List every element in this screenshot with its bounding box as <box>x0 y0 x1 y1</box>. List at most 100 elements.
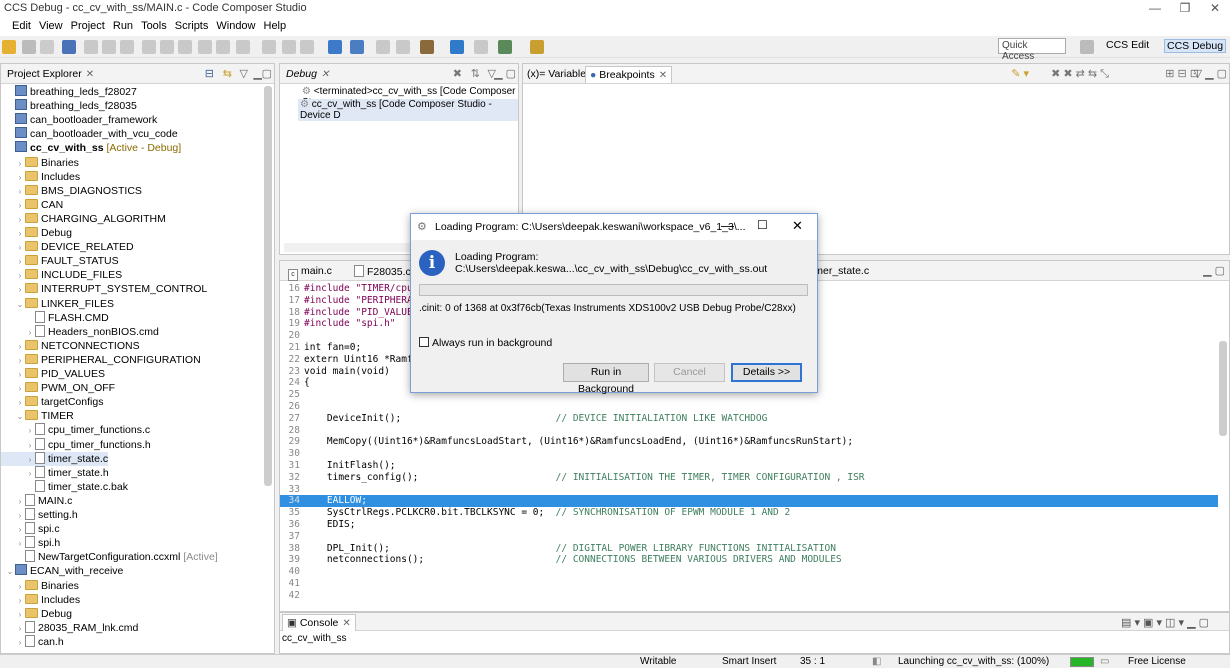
tree-item[interactable]: › NETCONNECTIONS <box>1 339 140 353</box>
tree-item[interactable]: › Debug <box>1 226 72 240</box>
run-in-background-button[interactable]: Run in Background <box>563 363 649 395</box>
checkbox-box[interactable] <box>419 337 429 347</box>
tree-item[interactable]: › Includes <box>1 593 80 607</box>
tree-item[interactable]: › Includes <box>1 170 80 184</box>
tree-item[interactable]: › Binaries <box>1 579 79 593</box>
tree-item[interactable]: NewTargetConfiguration.ccxml [Active] <box>1 550 218 564</box>
remove-terminated-icon[interactable]: ✖ <box>453 67 462 80</box>
code-line[interactable]: 26 <box>280 401 1218 413</box>
expand-arrow-icon[interactable]: › <box>15 255 25 269</box>
view-menu-icon[interactable]: ▽ <box>240 67 248 80</box>
close-button[interactable]: ✕ <box>1200 0 1230 18</box>
code-line[interactable]: 29 MemCopy((Uint16*)&RamfuncsLoadStart, … <box>280 436 1218 448</box>
tree-item[interactable]: breathing_leds_f28035 <box>1 99 137 113</box>
expand-arrow-icon[interactable]: › <box>15 495 25 509</box>
tree-item[interactable]: › timer_state.c <box>1 451 109 467</box>
tree-item[interactable]: › INTERRUPT_SYSTEM_CONTROL <box>1 282 207 296</box>
code-line[interactable]: 35 SysCtrlRegs.PCLKCR0.bit.TBCLKSYNC = 0… <box>280 507 1218 519</box>
breakpoint-toolbar-icons[interactable]: ✎ ▾ <box>1011 67 1029 80</box>
tree-item[interactable]: timer_state.c.bak <box>1 479 128 494</box>
menu-project[interactable]: Project <box>67 18 109 34</box>
tree-item[interactable]: › setting.h <box>1 508 78 522</box>
tree-item[interactable]: › MAIN.c <box>1 493 72 509</box>
menu-window[interactable]: Window <box>212 18 259 34</box>
expand-arrow-icon[interactable]: › <box>15 594 25 608</box>
expand-arrow-icon[interactable]: › <box>25 439 35 453</box>
expand-arrow-icon[interactable]: › <box>15 608 25 622</box>
tree-item[interactable]: › PID_VALUES <box>1 367 105 381</box>
tree-item[interactable]: › PWM_ON_OFF <box>1 381 115 395</box>
tree-item[interactable]: › PERIPHERAL_CONFIGURATION <box>1 353 201 367</box>
dialog-close-button[interactable]: ✕ <box>792 218 803 234</box>
tree-item[interactable]: › Headers_nonBIOS.cmd <box>1 324 159 339</box>
expand-arrow-icon[interactable]: › <box>15 354 25 368</box>
code-line[interactable]: 41 <box>280 578 1218 590</box>
tree-item[interactable]: › spi.c <box>1 522 60 536</box>
minimize-button[interactable]: — <box>1140 0 1170 18</box>
expand-arrow-icon[interactable]: › <box>15 340 25 354</box>
undo-icon[interactable] <box>376 40 390 54</box>
expand-arrow-icon[interactable]: › <box>15 185 25 199</box>
dialog-minimize-button[interactable]: — <box>721 218 734 233</box>
expand-arrow-icon[interactable]: › <box>15 509 25 523</box>
expand-arrow-icon[interactable]: › <box>15 283 25 297</box>
code-line[interactable]: 40 <box>280 566 1218 578</box>
expand-arrow-icon[interactable]: › <box>15 636 25 650</box>
code-line[interactable]: 36 EDIS; <box>280 519 1218 531</box>
tree-item[interactable]: › spi.h <box>1 536 60 550</box>
profile-icon[interactable] <box>328 40 342 54</box>
code-line[interactable]: 27 DeviceInit(); // DEVICE INITIALIATION… <box>280 413 1218 425</box>
redo-icon[interactable] <box>396 40 410 54</box>
expand-arrow-icon[interactable]: › <box>15 622 25 636</box>
progress-view-icon[interactable]: ▭ <box>1100 656 1109 667</box>
reset-icon[interactable] <box>198 40 212 54</box>
expand-arrow-icon[interactable]: ⌄ <box>15 298 25 312</box>
tree-item[interactable]: › Binaries <box>1 156 79 170</box>
debug-icon[interactable] <box>350 40 364 54</box>
save-icon[interactable] <box>22 40 36 54</box>
expand-arrow-icon[interactable]: › <box>15 396 25 410</box>
editor-scrollbar[interactable] <box>1219 341 1227 436</box>
link-editor-icon[interactable]: ⇆ <box>223 67 232 80</box>
tree-item[interactable]: › INCLUDE_FILES <box>1 268 122 282</box>
debug-item-active[interactable]: ⚙ cc_cv_with_ss [Code Composer Studio - … <box>298 99 518 121</box>
expand-arrow-icon[interactable]: › <box>15 199 25 213</box>
tree-item[interactable]: › timer_state.h <box>1 465 109 481</box>
tree-item[interactable]: › Debug <box>1 607 72 621</box>
code-line[interactable]: 38 DPL_Init(); // DIGITAL POWER LIBRARY … <box>280 543 1218 555</box>
editor-minmax-icon[interactable]: ▁ ▢ <box>1203 264 1225 277</box>
connect-icon[interactable] <box>262 40 276 54</box>
tree-item[interactable]: breathing_leds_f28027 <box>1 85 137 99</box>
maximize-view-icon[interactable]: ▢ <box>262 67 272 80</box>
quick-access-input[interactable]: Quick Access <box>998 38 1066 62</box>
code-line[interactable]: 37 <box>280 531 1218 543</box>
expand-arrow-icon[interactable]: › <box>15 580 25 594</box>
save-all-icon[interactable] <box>40 40 54 54</box>
tree-item[interactable]: › targetConfigs <box>1 395 103 409</box>
menu-run[interactable]: Run <box>109 18 137 34</box>
run-in-background-checkbox[interactable]: Always run in background <box>419 337 552 349</box>
expand-arrow-icon[interactable]: › <box>25 424 35 438</box>
tree-item[interactable]: › cpu_timer_functions.h <box>1 437 151 453</box>
debug-view-icon[interactable] <box>62 40 76 54</box>
expand-arrow-icon[interactable]: › <box>25 453 35 467</box>
collapse-all-icon[interactable]: ⊟ <box>205 67 214 80</box>
tree-item[interactable]: › CAN <box>1 198 63 212</box>
tab-breakpoints[interactable]: ● Breakpoints ✕ <box>585 66 673 83</box>
expand-arrow-icon[interactable]: › <box>15 227 25 241</box>
open-perspective-icon[interactable] <box>1080 40 1094 54</box>
tree-item[interactable]: ⌄ ECAN_with_receive <box>1 564 123 578</box>
code-line[interactable]: 28 <box>280 425 1218 437</box>
expand-arrow-icon[interactable]: ⌄ <box>5 565 15 579</box>
expand-arrow-icon[interactable]: › <box>15 171 25 185</box>
tab-main-c[interactable]: c main.c <box>284 263 336 281</box>
perspective-ccs-debug[interactable]: CCS Debug <box>1164 39 1227 53</box>
expand-arrow-icon[interactable]: › <box>25 467 35 481</box>
restart-icon[interactable] <box>216 40 230 54</box>
resume-icon[interactable] <box>84 40 98 54</box>
menu-view[interactable]: View <box>35 18 67 34</box>
tab-console[interactable]: ▣ Console ✕ <box>282 614 356 631</box>
memory-icon[interactable] <box>300 40 314 54</box>
tree-item[interactable]: ⌄ TIMER <box>1 409 74 423</box>
build-icon[interactable] <box>420 40 434 54</box>
